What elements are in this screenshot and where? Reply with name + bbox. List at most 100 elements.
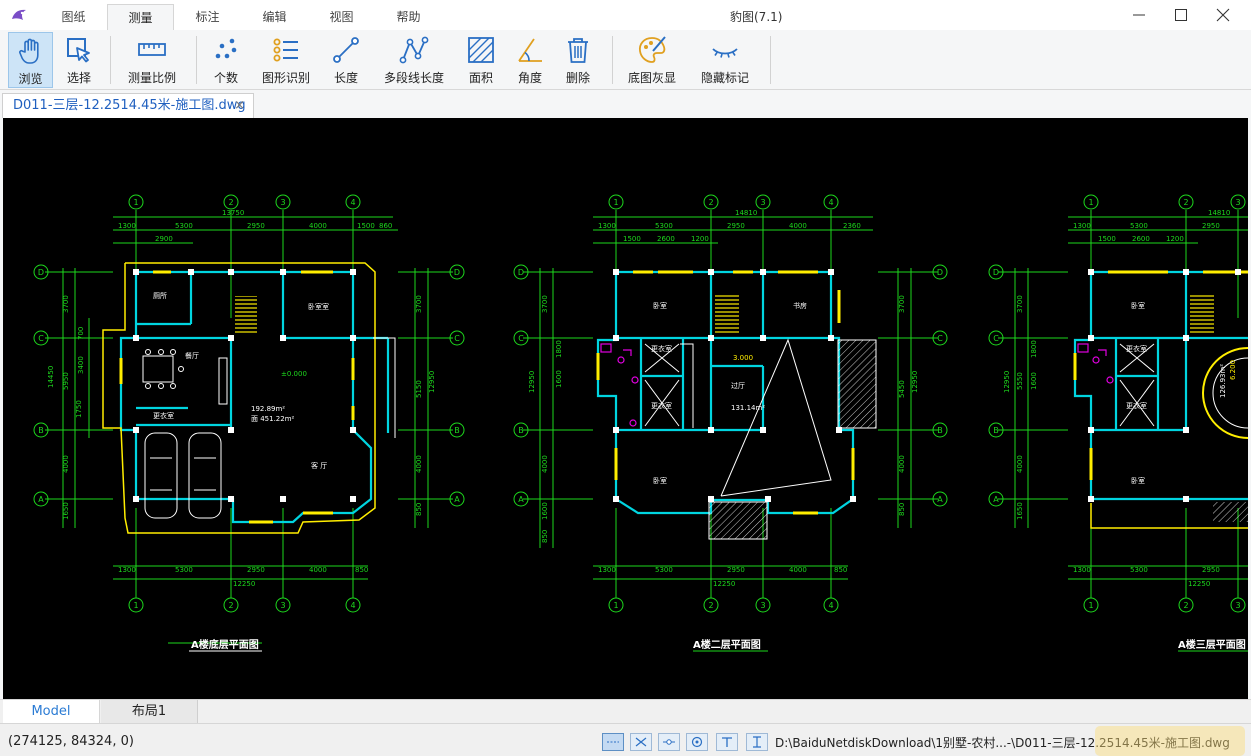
svg-text:厕所: 厕所 bbox=[153, 291, 167, 300]
svg-text:131.14m²: 131.14m² bbox=[731, 404, 765, 412]
svg-text:±0.000: ±0.000 bbox=[281, 370, 307, 378]
svg-text:6.200: 6.200 bbox=[1229, 360, 1237, 380]
svg-text:3: 3 bbox=[760, 198, 765, 207]
svg-text:1800: 1800 bbox=[1030, 340, 1038, 358]
snap-center-toggle[interactable] bbox=[686, 733, 708, 751]
svg-text:2: 2 bbox=[228, 601, 233, 610]
svg-text:2: 2 bbox=[228, 198, 233, 207]
measure-scale-label: 测量比例 bbox=[127, 71, 176, 85]
shape-recognize-label: 图形识别 bbox=[261, 71, 310, 85]
svg-text:2950: 2950 bbox=[247, 222, 265, 230]
svg-text:书房: 书房 bbox=[793, 301, 807, 310]
document-tab[interactable]: D011-三层-12.2514.45米-施工图.dwg × bbox=[2, 93, 254, 118]
snap-text-height-toggle[interactable] bbox=[746, 733, 768, 751]
count-button[interactable]: 个数 bbox=[206, 32, 246, 88]
svg-text:1: 1 bbox=[1088, 601, 1093, 610]
length-label: 长度 bbox=[333, 71, 358, 85]
svg-text:2950: 2950 bbox=[727, 222, 745, 230]
svg-text:850: 850 bbox=[541, 530, 549, 543]
svg-text:1: 1 bbox=[613, 601, 618, 610]
svg-text:2950: 2950 bbox=[1202, 566, 1220, 574]
svg-text:14450: 14450 bbox=[47, 366, 55, 388]
browse-button[interactable]: 浏览 bbox=[8, 32, 53, 88]
svg-text:B: B bbox=[454, 426, 460, 435]
document-tab-close-icon[interactable]: × bbox=[234, 94, 245, 117]
svg-text:3: 3 bbox=[760, 601, 765, 610]
delete-label: 删除 bbox=[565, 71, 590, 85]
plan-1-dim-text: 13750 1300 5300 2950 4000 1500 860 2900 … bbox=[47, 209, 436, 588]
svg-text:3.000: 3.000 bbox=[733, 354, 753, 362]
minimize-button[interactable] bbox=[1116, 0, 1161, 30]
delete-button[interactable]: 删除 bbox=[558, 32, 598, 88]
title-bar: 图纸 测量 标注 编辑 视图 帮助 豹图(7.1) bbox=[0, 0, 1251, 30]
svg-text:1200: 1200 bbox=[691, 235, 709, 243]
shape-recognize-button[interactable]: 图形识别 bbox=[256, 32, 316, 88]
svg-text:4: 4 bbox=[350, 198, 355, 207]
svg-text:2: 2 bbox=[1183, 198, 1188, 207]
svg-text:5450: 5450 bbox=[898, 380, 906, 398]
svg-text:1300: 1300 bbox=[598, 566, 616, 574]
svg-text:D: D bbox=[518, 268, 524, 277]
svg-text:860: 860 bbox=[379, 222, 392, 230]
svg-text:A: A bbox=[454, 495, 460, 504]
cad-drawing[interactable]: 13750 1300 5300 2950 4000 1500 860 2900 … bbox=[3, 118, 1248, 699]
svg-text:D: D bbox=[454, 268, 460, 277]
length-button[interactable]: 长度 bbox=[326, 32, 366, 88]
base-gray-button[interactable]: 底图灰显 bbox=[623, 32, 681, 88]
layout-tab-model[interactable]: Model bbox=[3, 700, 100, 724]
svg-text:1: 1 bbox=[1088, 198, 1093, 207]
drawing-canvas[interactable]: 13750 1300 5300 2950 4000 1500 860 2900 … bbox=[3, 118, 1248, 699]
maximize-button[interactable] bbox=[1158, 0, 1203, 30]
menu-tab-edit[interactable]: 编辑 bbox=[241, 4, 308, 30]
select-label: 选择 bbox=[66, 71, 91, 85]
svg-text:1600: 1600 bbox=[555, 370, 563, 388]
select-button[interactable]: 选择 bbox=[57, 32, 101, 88]
svg-text:5300: 5300 bbox=[175, 222, 193, 230]
svg-text:2: 2 bbox=[1183, 601, 1188, 610]
svg-text:B: B bbox=[38, 426, 44, 435]
menu-tab-measure[interactable]: 测量 bbox=[107, 4, 174, 30]
layout-tab-bar: Model 布局1 bbox=[0, 699, 1251, 724]
svg-text:D: D bbox=[38, 268, 44, 277]
svg-text:5300: 5300 bbox=[1130, 566, 1148, 574]
document-tab-label: D011-三层-12.2514.45米-施工图.dwg bbox=[13, 98, 246, 113]
svg-text:12950: 12950 bbox=[528, 371, 536, 393]
menu-tab-drawing[interactable]: 图纸 bbox=[40, 4, 107, 30]
svg-text:2950: 2950 bbox=[247, 566, 265, 574]
close-window-button[interactable] bbox=[1200, 0, 1245, 30]
svg-text:1300: 1300 bbox=[118, 222, 136, 230]
layout-tab-layout1[interactable]: 布局1 bbox=[101, 700, 198, 724]
svg-text:1600: 1600 bbox=[541, 502, 549, 520]
svg-text:1200: 1200 bbox=[1166, 235, 1184, 243]
snap-midpoint-toggle[interactable] bbox=[658, 733, 680, 751]
svg-text:3700: 3700 bbox=[1016, 295, 1024, 313]
svg-text:5950: 5950 bbox=[62, 372, 70, 390]
menu-tab-annotate[interactable]: 标注 bbox=[174, 4, 241, 30]
snap-grid-icon bbox=[607, 741, 619, 743]
polyline-length-button[interactable]: 多段线长度 bbox=[380, 32, 448, 88]
palette-icon bbox=[639, 36, 666, 63]
area-button[interactable]: 面积 bbox=[461, 32, 501, 88]
snap-grid-toggle[interactable] bbox=[602, 733, 624, 751]
svg-text:更衣室: 更衣室 bbox=[651, 401, 672, 410]
snap-perpendicular-toggle[interactable] bbox=[716, 733, 738, 751]
svg-text:12950: 12950 bbox=[911, 371, 919, 393]
snap-text-height-icon bbox=[753, 736, 761, 748]
svg-text:卧室: 卧室 bbox=[1131, 301, 1145, 310]
menu-tab-view[interactable]: 视图 bbox=[308, 4, 375, 30]
dots-count-icon bbox=[215, 38, 237, 59]
hide-marks-button[interactable]: 隐藏标记 bbox=[697, 32, 753, 88]
plan-1-title: A楼底层平面图 bbox=[191, 638, 259, 651]
list-recognize-icon bbox=[273, 38, 298, 62]
measure-scale-button[interactable]: 测量比例 bbox=[122, 32, 182, 88]
angle-button[interactable]: 角度 bbox=[510, 32, 550, 88]
plan-3-title: A楼三层平面图 bbox=[1178, 638, 1246, 651]
svg-text:A: A bbox=[38, 495, 44, 504]
cursor-select-icon bbox=[67, 38, 90, 63]
menu-tab-help[interactable]: 帮助 bbox=[375, 4, 442, 30]
ribbon-separator bbox=[196, 36, 197, 84]
svg-text:餐厅: 餐厅 bbox=[185, 351, 199, 360]
svg-text:更衣室: 更衣室 bbox=[1126, 344, 1147, 353]
snap-cross-toggle[interactable] bbox=[630, 733, 652, 751]
svg-text:1: 1 bbox=[133, 601, 138, 610]
